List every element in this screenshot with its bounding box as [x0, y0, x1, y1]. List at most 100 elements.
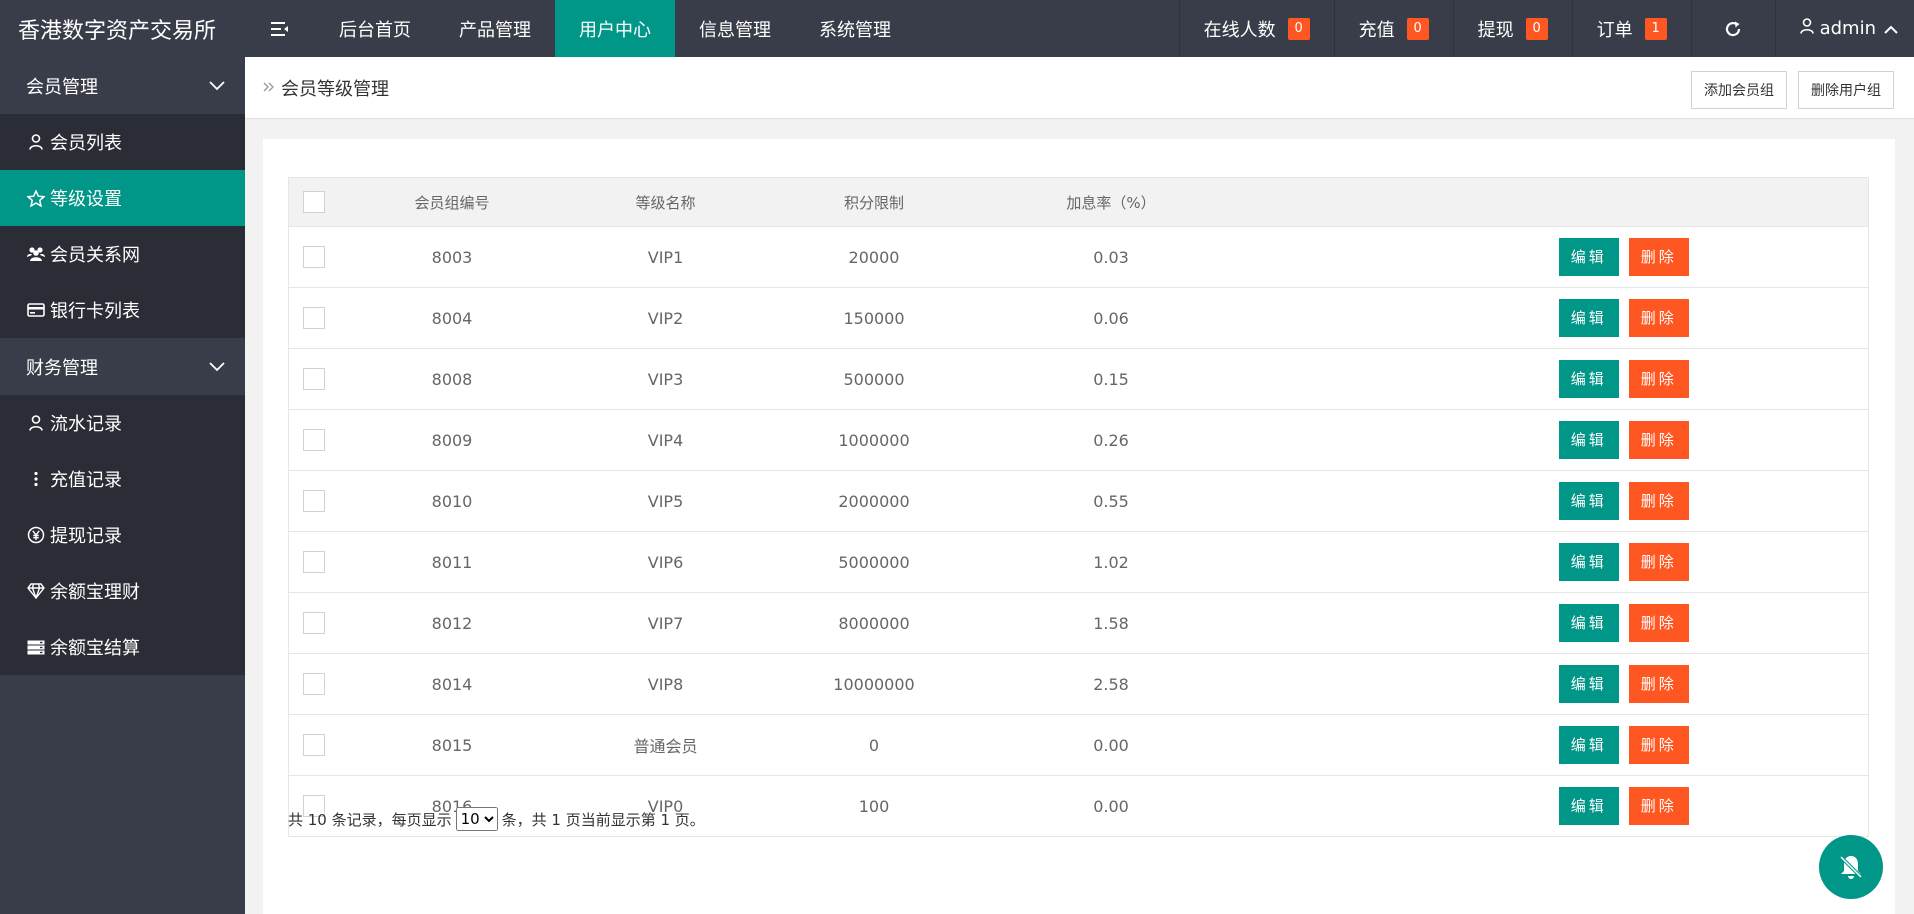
- user-menu[interactable]: admin: [1774, 0, 1914, 57]
- edit-button[interactable]: 编辑: [1558, 604, 1619, 642]
- table-row: 8009 VIP4 1000000 0.26 编辑 删除: [288, 409, 1869, 471]
- edit-button[interactable]: 编辑: [1558, 543, 1619, 581]
- nav-info[interactable]: 信息管理: [675, 0, 795, 57]
- cell-points-limit: 100: [858, 796, 890, 816]
- row-checkbox[interactable]: [302, 490, 325, 512]
- row-checkbox[interactable]: [302, 551, 325, 573]
- delete-button[interactable]: 删除: [1628, 726, 1689, 764]
- sidebar-item-member-list[interactable]: 会员列表: [0, 114, 245, 170]
- server-icon: [26, 640, 46, 655]
- nav-user-center[interactable]: 用户中心: [555, 0, 675, 57]
- sidebar-item-label: 流水记录: [50, 414, 122, 435]
- page-title: 会员等级管理: [281, 78, 389, 100]
- row-select-cell: [288, 226, 339, 288]
- stat-orders[interactable]: 订单 1: [1571, 0, 1691, 57]
- cell-actions: 编辑 删除: [1239, 409, 1869, 471]
- table-row: 8011 VIP6 5000000 1.02 编辑 删除: [288, 531, 1869, 593]
- sidebar-item-balance-settlement[interactable]: 余额宝结算: [0, 619, 245, 675]
- cell-actions: 编辑 删除: [1239, 592, 1869, 654]
- cell-actions: 编辑 删除: [1239, 714, 1869, 776]
- nav-system[interactable]: 系统管理: [795, 0, 915, 57]
- page-size-select[interactable]: 10: [455, 807, 498, 831]
- sidebar-item-label: 充值记录: [50, 470, 122, 491]
- add-member-group-button[interactable]: 添加会员组: [1691, 71, 1787, 109]
- stat-recharge[interactable]: 充值 0: [1333, 0, 1453, 57]
- col-points-limit: 积分限制: [765, 177, 983, 227]
- row-checkbox[interactable]: [302, 673, 325, 695]
- row-select-cell: [288, 653, 339, 715]
- stat-withdraw[interactable]: 提现 0: [1452, 0, 1572, 57]
- delete-button[interactable]: 删除: [1628, 543, 1689, 581]
- delete-button[interactable]: 删除: [1628, 238, 1689, 276]
- edit-button[interactable]: 编辑: [1558, 787, 1619, 825]
- edit-button[interactable]: 编辑: [1558, 665, 1619, 703]
- table-row: 8003 VIP1 20000 0.03 编辑 删除: [288, 226, 1869, 288]
- select-all-checkbox[interactable]: [302, 191, 325, 213]
- sidebar-item-balance-wealth[interactable]: 余额宝理财: [0, 563, 245, 619]
- cell-group-id: 8010: [338, 470, 566, 532]
- col-group-id: 会员组编号: [338, 177, 566, 227]
- sidebar-group-finance[interactable]: 财务管理: [0, 338, 245, 395]
- edit-button[interactable]: 编辑: [1558, 421, 1619, 459]
- sidebar-item-member-network[interactable]: 会员关系网: [0, 226, 245, 282]
- edit-button[interactable]: 编辑: [1558, 360, 1619, 398]
- cell-interest-rate: 0.00: [982, 714, 1240, 776]
- edit-button[interactable]: 编辑: [1558, 238, 1619, 276]
- notification-off-icon[interactable]: [1819, 835, 1883, 899]
- cell-group-id: 8012: [338, 592, 566, 654]
- main-content: 会员等级管理 添加会员组 删除用户组 会员组编号 等级名称 积分限制 加息率（%…: [245, 57, 1914, 914]
- row-checkbox[interactable]: [302, 307, 325, 329]
- cell-group-id: 8008: [338, 348, 566, 410]
- nav-home[interactable]: 后台首页: [315, 0, 435, 57]
- row-checkbox[interactable]: [302, 368, 325, 390]
- delete-button[interactable]: 删除: [1628, 482, 1689, 520]
- row-checkbox[interactable]: [302, 429, 325, 451]
- cell-actions: 编辑 删除: [1239, 348, 1869, 410]
- sidebar-group-label: 会员管理: [26, 76, 98, 98]
- delete-button[interactable]: 删除: [1628, 360, 1689, 398]
- main-nav: 后台首页 产品管理 用户中心 信息管理 系统管理: [315, 0, 915, 57]
- chevron-down-icon: [209, 75, 225, 96]
- menu-toggle-icon[interactable]: [245, 0, 315, 57]
- sidebar-item-bank-cards[interactable]: 银行卡列表: [0, 282, 245, 338]
- sidebar-item-withdraw-records[interactable]: 提现记录: [0, 507, 245, 563]
- row-checkbox[interactable]: [302, 246, 325, 268]
- delete-button[interactable]: 删除: [1628, 604, 1689, 642]
- delete-button[interactable]: 删除: [1628, 299, 1689, 337]
- pagination: 共 10 条记录，每页显示 10 条，共 1 页当前显示第 1 页。: [288, 807, 705, 831]
- sidebar-item-label: 余额宝理财: [50, 582, 140, 603]
- sidebar-group-label: 财务管理: [26, 357, 98, 379]
- table-row: 8012 VIP7 8000000 1.58 编辑 删除: [288, 592, 1869, 654]
- delete-button[interactable]: 删除: [1628, 665, 1689, 703]
- cell-actions: 编辑 删除: [1239, 226, 1869, 288]
- sidebar-item-level-settings[interactable]: 等级设置: [0, 170, 245, 226]
- delete-button[interactable]: 删除: [1628, 421, 1689, 459]
- edit-button[interactable]: 编辑: [1558, 726, 1619, 764]
- delete-user-group-button[interactable]: 删除用户组: [1798, 71, 1894, 109]
- row-select-cell: [288, 470, 339, 532]
- double-chevron-right-icon: [263, 78, 275, 98]
- sidebar-group-members[interactable]: 会员管理: [0, 57, 245, 114]
- delete-button[interactable]: 删除: [1628, 787, 1689, 825]
- stat-badge: 0: [1525, 17, 1548, 40]
- edit-button[interactable]: 编辑: [1558, 482, 1619, 520]
- chevron-down-icon: [209, 356, 225, 377]
- diamond-icon: [26, 583, 46, 599]
- sidebar-item-flow-records[interactable]: 流水记录: [0, 395, 245, 451]
- table-row: 8015 普通会员 0 0.00 编辑 删除: [288, 714, 1869, 776]
- cell-points-limit: 2000000: [765, 470, 983, 532]
- brand-title: 香港数字资产交易所: [18, 18, 217, 44]
- nav-products[interactable]: 产品管理: [435, 0, 555, 57]
- sidebar-item-label: 银行卡列表: [50, 301, 140, 322]
- cell-level-name: VIP7: [565, 592, 766, 654]
- more-vertical-icon: [26, 471, 46, 487]
- row-checkbox[interactable]: [302, 734, 325, 756]
- refresh-icon[interactable]: [1690, 0, 1775, 57]
- sidebar-item-label: 余额宝结算: [50, 638, 140, 659]
- sidebar-item-recharge-records[interactable]: 充值记录: [0, 451, 245, 507]
- stat-label: 提现: [1477, 19, 1514, 41]
- row-checkbox[interactable]: [302, 612, 325, 634]
- edit-button[interactable]: 编辑: [1558, 299, 1619, 337]
- stat-online[interactable]: 在线人数 0: [1178, 0, 1334, 57]
- cell-interest-rate: 1.02: [982, 531, 1240, 593]
